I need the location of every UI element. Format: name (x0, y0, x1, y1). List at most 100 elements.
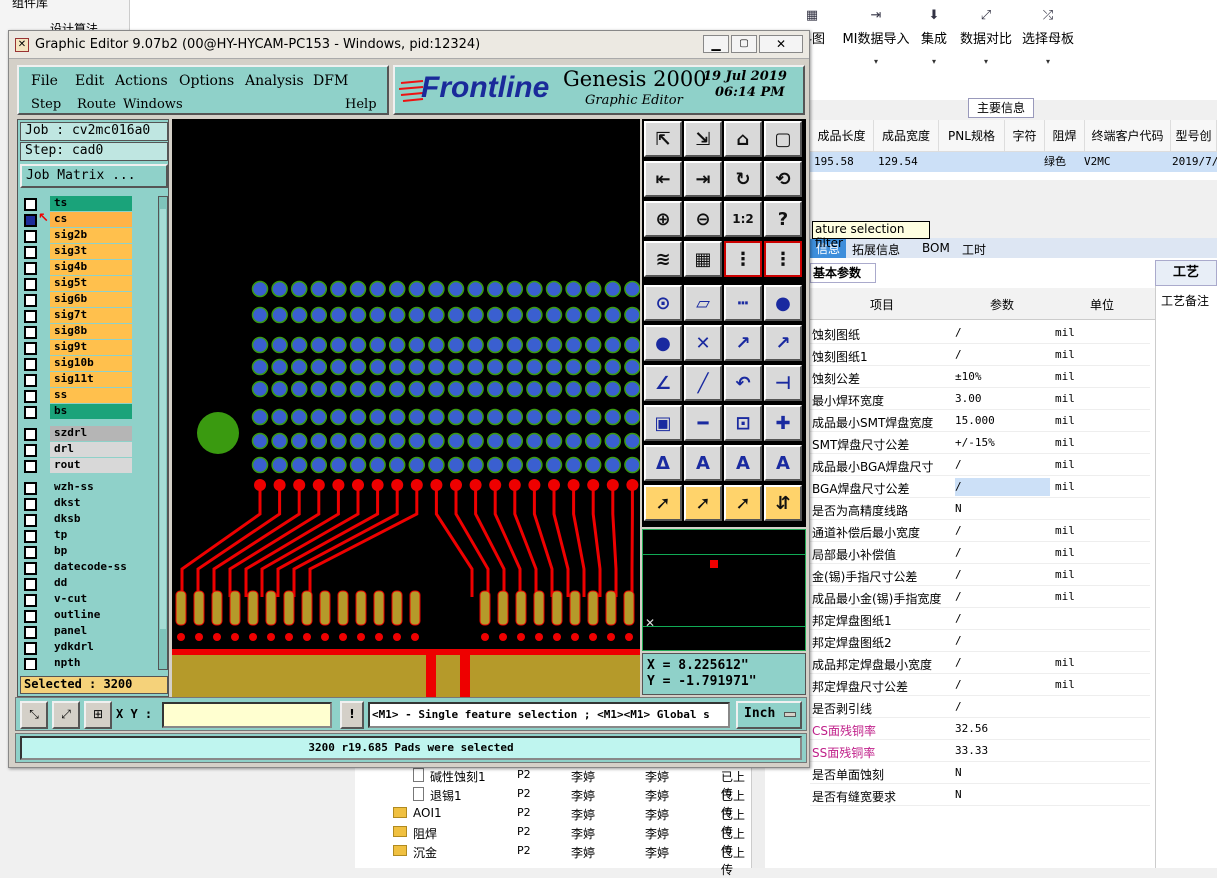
param-value[interactable]: / (955, 458, 962, 471)
param-value[interactable]: / (955, 590, 962, 603)
menu-actions[interactable]: Actions (115, 73, 168, 89)
layer-checkbox[interactable] (24, 278, 37, 291)
layer-cs[interactable]: cs (50, 212, 132, 227)
text-c-tool[interactable]: A (724, 445, 762, 481)
layer-checkbox[interactable] (24, 406, 37, 419)
xy-input[interactable] (162, 702, 332, 728)
param-row[interactable]: CS面残铜率32.56 (810, 718, 1150, 740)
layer-dksb[interactable]: dksb (50, 512, 132, 527)
layer-npth[interactable]: npth (50, 656, 132, 670)
layer-szdrl[interactable]: szdrl (50, 426, 132, 441)
param-row[interactable]: 成品最小SMT焊盘宽度15.000mil (810, 410, 1150, 432)
param-value[interactable]: +/-15% (955, 436, 995, 449)
menu-windows[interactable]: Windows (123, 97, 183, 112)
grid-header[interactable]: PNL规格 (939, 120, 1005, 152)
layer-wzh-ss[interactable]: wzh-ss (50, 480, 132, 495)
grid-header[interactable]: 字符 (1005, 120, 1045, 152)
home-tool[interactable]: ⌂ (724, 121, 762, 157)
bg-toolbar-btn-4[interactable]: ⤮选择母板▾ (1008, 8, 1088, 66)
layer-checkbox[interactable] (24, 428, 37, 441)
menu-dfm[interactable]: DFM (313, 73, 348, 89)
drill-tool[interactable]: ✚ (764, 405, 802, 441)
param-row[interactable]: 邦定焊盘尺寸公差/mil (810, 674, 1150, 696)
param-value[interactable]: N (955, 788, 962, 801)
zoom-fit-icon[interactable]: ⤡ (20, 701, 48, 729)
layer-checkbox[interactable] (24, 444, 37, 457)
param-row[interactable]: SMT焊盘尺寸公差+/-15%mil (810, 432, 1150, 454)
tree-row[interactable]: 沉金P2李婷李婷已上传 (355, 842, 751, 861)
zoom-area-icon[interactable]: ⤢ (52, 701, 80, 729)
param-value[interactable]: N (955, 502, 962, 515)
layer-scrollbar[interactable] (158, 196, 168, 670)
help-tool[interactable]: ? (764, 201, 802, 237)
param-value[interactable]: / (955, 568, 962, 581)
menu-route[interactable]: Route (77, 97, 116, 112)
pad-tool[interactable]: ● (764, 285, 802, 321)
tree-row[interactable]: 碱性蚀刻1P2李婷李婷已上传 (355, 766, 751, 785)
measure-tool[interactable]: ┅ (724, 285, 762, 321)
layer-checkbox[interactable] (24, 198, 37, 211)
scale-tool[interactable]: 1:2 (724, 201, 762, 237)
undo-tool[interactable]: ⇱ (644, 121, 682, 157)
units-dropdown[interactable]: Inch (736, 701, 802, 729)
param-row[interactable]: 是否为高精度线路N (810, 498, 1150, 520)
tree-row[interactable]: AOI1P2李婷李婷已上传 (355, 804, 751, 823)
select-circle-tool[interactable]: ➚ (724, 485, 762, 521)
add-tool[interactable]: ⊙ (644, 285, 682, 321)
feature-tool[interactable]: ⊣ (764, 365, 802, 401)
tree-scrollbar[interactable] (751, 766, 765, 868)
param-row[interactable]: 最小焊环宽度3.00mil (810, 388, 1150, 410)
param-value[interactable]: N (955, 766, 962, 779)
layer-checkbox[interactable] (24, 514, 37, 527)
param-row[interactable]: 是否剥引线/ (810, 696, 1150, 718)
line-tool[interactable]: ╱ (684, 365, 722, 401)
route-tool[interactable]: ↗ (764, 325, 802, 361)
swap-tool[interactable]: ↻ (724, 161, 762, 197)
layer-checkbox[interactable] (24, 326, 37, 339)
layer-drl[interactable]: drl (50, 442, 132, 457)
layer-sig7t[interactable]: sig7t (50, 308, 132, 323)
grid-header[interactable]: 成品长度 (810, 120, 874, 152)
layer-sig4b[interactable]: sig4b (50, 260, 132, 275)
param-value[interactable]: / (955, 478, 1050, 496)
layer-checkbox[interactable] (24, 610, 37, 623)
param-value[interactable]: / (955, 546, 962, 559)
layer-panel[interactable]: panel (50, 624, 132, 639)
grid-header[interactable]: 终端客户代码 (1085, 120, 1171, 152)
param-value[interactable]: / (955, 678, 962, 691)
minimize-button[interactable]: ▁ (703, 35, 729, 53)
move-tool[interactable]: ↗ (724, 325, 762, 361)
param-value[interactable]: 15.000 (955, 414, 995, 427)
layer-rout[interactable]: rout (50, 458, 132, 473)
layer-checkbox[interactable] (24, 262, 37, 275)
job-matrix-button[interactable]: Job Matrix ... (20, 164, 168, 188)
param-value[interactable]: ±10% (955, 370, 982, 383)
arc-tool[interactable]: ↶ (724, 365, 762, 401)
param-row[interactable]: 成品邦定焊盘最小宽度/mil (810, 652, 1150, 674)
layer-checkbox[interactable] (24, 358, 37, 371)
grid-tool[interactable]: ▦ (684, 241, 722, 277)
param-value[interactable]: / (955, 634, 962, 647)
param-row[interactable]: SS面残铜率33.33 (810, 740, 1150, 762)
layer-sig11t[interactable]: sig11t (50, 372, 132, 387)
layer-checkbox[interactable] (24, 562, 37, 575)
layer-sig8b[interactable]: sig8b (50, 324, 132, 339)
param-value[interactable]: / (955, 700, 962, 713)
resize-tool[interactable]: ⊡ (724, 405, 762, 441)
layer-checkbox[interactable] (24, 374, 37, 387)
param-value[interactable]: / (955, 656, 962, 669)
layer-ss[interactable]: ss (50, 388, 132, 403)
pcb-canvas[interactable] (172, 119, 640, 697)
layer-sig9t[interactable]: sig9t (50, 340, 132, 355)
param-row[interactable]: 蚀刻图纸1/mil (810, 344, 1150, 366)
layer-checkbox[interactable] (24, 530, 37, 543)
layer-bp[interactable]: bp (50, 544, 132, 559)
alert-icon[interactable]: ! (340, 701, 364, 729)
param-value[interactable]: 33.33 (955, 744, 988, 757)
param-value[interactable]: 32.56 (955, 722, 988, 735)
redraw-tool[interactable]: ⟲ (764, 161, 802, 197)
layer-checkbox[interactable] (24, 310, 37, 323)
param-row[interactable]: 邦定焊盘图纸1/ (810, 608, 1150, 630)
next-tool[interactable]: ⇥ (684, 161, 722, 197)
layer-checkbox[interactable] (24, 214, 37, 227)
